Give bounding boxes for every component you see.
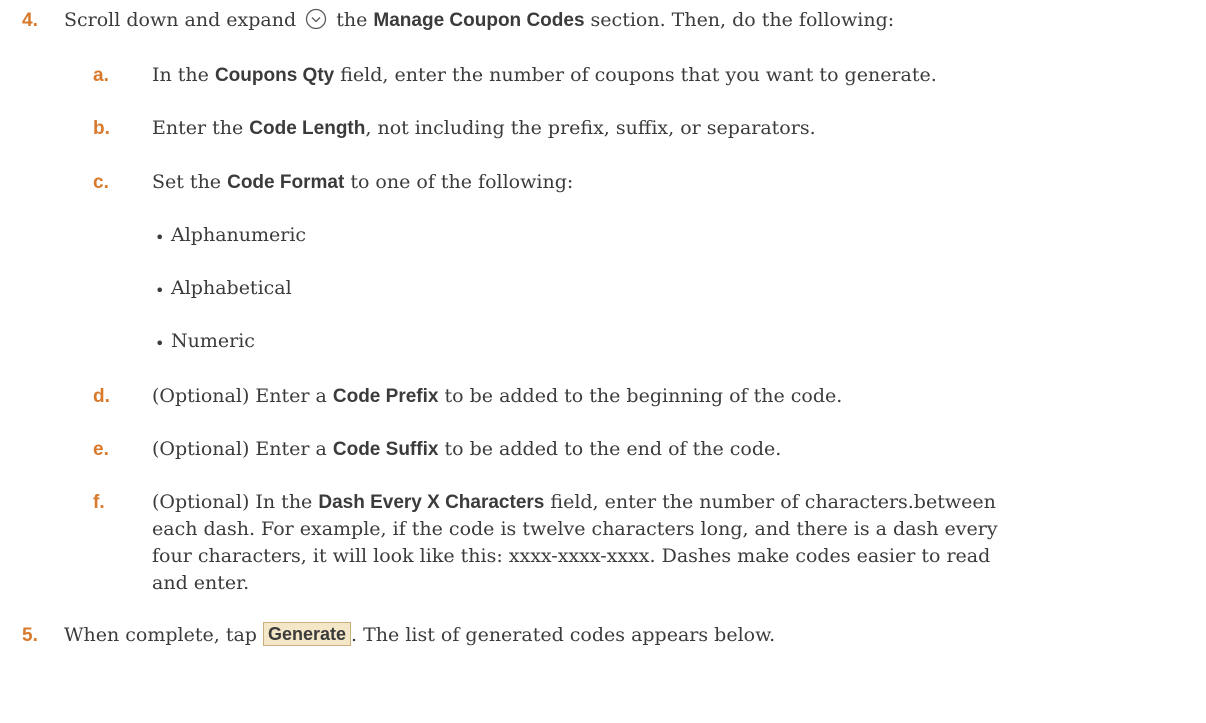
substep-letter-a: a. <box>93 65 109 86</box>
substep-letter-d: d. <box>93 386 110 407</box>
chevron-circle-down-icon <box>305 8 327 30</box>
coupons-qty-label: Coupons Qty <box>214 65 335 86</box>
code-prefix-label: Code Prefix <box>332 386 439 407</box>
substep-letter-e: e. <box>93 439 109 460</box>
step-5-pre: When complete, tap <box>64 624 263 646</box>
code-format-option-alphanumeric: Alphanumeric <box>171 224 307 246</box>
substep-e-pre: (Optional) Enter a <box>152 438 333 460</box>
substep-f-post: field, enter the number of characters.be… <box>544 491 996 513</box>
substep-f-pre: (Optional) In the <box>152 491 319 513</box>
manage-coupon-codes-label: Manage Coupon Codes <box>373 10 585 31</box>
dash-every-x-characters-label: Dash Every X Characters <box>318 492 545 513</box>
substep-f-line-3: four characters, it will look like this:… <box>152 545 991 567</box>
substep-d-post: to be added to the beginning of the code… <box>438 385 843 407</box>
step-4-text: Scroll down and expand the Manage Coupon… <box>64 7 894 34</box>
substep-f-line-4: and enter. <box>152 572 250 594</box>
step-number-4: 4. <box>22 10 38 31</box>
code-length-label: Code Length <box>249 118 366 139</box>
substep-c-post: to one of the following: <box>344 171 574 193</box>
substep-b-pre: Enter the <box>152 117 250 139</box>
bullet-marker: • <box>155 334 165 353</box>
substep-e-text: (Optional) Enter a Code Suffix to be add… <box>152 436 781 463</box>
step-5-text: When complete, tap Generate. The list of… <box>64 622 775 649</box>
substep-letter-b: b. <box>93 118 110 139</box>
substep-letter-f: f. <box>93 492 105 513</box>
substep-d-text: (Optional) Enter a Code Prefix to be add… <box>152 383 842 410</box>
code-format-label: Code Format <box>227 172 345 193</box>
substep-a-pre: In the <box>152 64 215 86</box>
code-format-option-alphabetical: Alphabetical <box>171 277 292 299</box>
step-number-5: 5. <box>22 625 38 646</box>
step-4-text-mid: the <box>330 9 374 31</box>
substep-e-post: to be added to the end of the code. <box>438 438 782 460</box>
substep-f-line-2: each dash. For example, if the code is t… <box>152 518 998 540</box>
instruction-document: 4. Scroll down and expand the Manage Cou… <box>0 0 1206 723</box>
substep-b-post: , not including the prefix, suffix, or s… <box>365 117 816 139</box>
code-format-option-numeric: Numeric <box>171 330 255 352</box>
bullet-marker: • <box>155 228 165 247</box>
substep-letter-c: c. <box>93 172 109 193</box>
substep-a-text: In the Coupons Qty field, enter the numb… <box>152 62 937 89</box>
substep-c-text: Set the Code Format to one of the follow… <box>152 169 573 196</box>
bullet-marker: • <box>155 281 165 300</box>
substep-f-line-1: (Optional) In the Dash Every X Character… <box>152 489 996 516</box>
code-suffix-label: Code Suffix <box>332 439 439 460</box>
step-5-post: . The list of generated codes appears be… <box>351 624 776 646</box>
generate-button: Generate <box>263 622 352 646</box>
step-4-text-end: section. Then, do the following: <box>584 9 895 31</box>
step-4-text-pre: Scroll down and expand <box>64 9 297 31</box>
substep-a-post: field, enter the number of coupons that … <box>334 64 937 86</box>
substep-b-text: Enter the Code Length, not including the… <box>152 115 816 142</box>
substep-d-pre: (Optional) Enter a <box>152 385 333 407</box>
substep-c-pre: Set the <box>152 171 228 193</box>
